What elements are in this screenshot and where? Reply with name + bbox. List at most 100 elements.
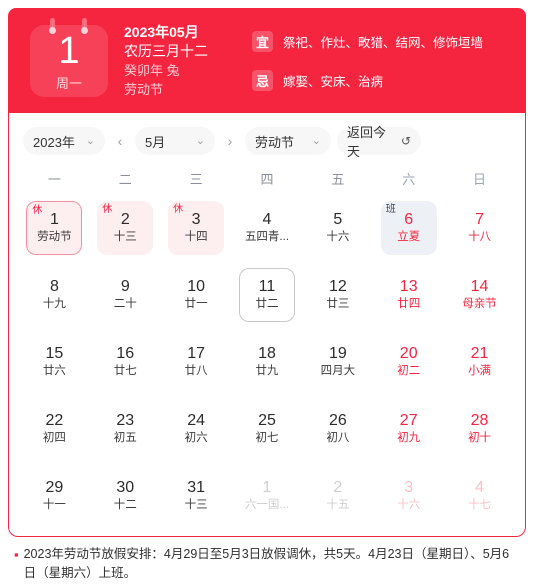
festival-select[interactable]: 劳动节 ⌄ — [245, 127, 331, 155]
holiday-note: ▪ 2023年劳动节放假安排：4月29日至5月3日放假调休，共5天。4月23日（… — [14, 545, 514, 583]
day-cell-wrapper: 8 十九 — [19, 261, 90, 328]
yi-text: 祭祀、作灶、畋猎、结网、修饰垣墙 — [283, 35, 484, 50]
day-number: 12 — [328, 278, 347, 295]
day-lunar-label: 十七 — [468, 499, 492, 511]
day-cell[interactable]: 10 廿一 — [168, 268, 224, 322]
day-cell[interactable]: 22 初四 — [26, 402, 82, 456]
day-cell[interactable]: 休 3 十四 — [168, 200, 225, 255]
month-select[interactable]: 5月 ⌄ — [135, 127, 215, 155]
day-cell[interactable]: 4 五四青... — [239, 201, 295, 255]
day-number: 4 — [475, 479, 485, 496]
prev-month-button[interactable]: ‹ — [111, 127, 129, 155]
day-number: 6 — [404, 211, 414, 228]
refresh-icon: ↺ — [400, 134, 411, 148]
day-lunar-label: 廿七 — [113, 365, 137, 377]
day-cell[interactable]: 31 十三 — [168, 469, 224, 523]
day-cell[interactable]: 4 十七 — [452, 469, 508, 523]
day-lunar-label: 劳动节 — [37, 231, 72, 243]
back-to-today-button[interactable]: 返回今天 ↺ — [337, 125, 421, 159]
day-cell[interactable]: 26 初八 — [310, 402, 366, 456]
day-cell[interactable]: 27 初九 — [381, 402, 437, 456]
day-cell[interactable]: 8 十九 — [26, 268, 82, 322]
day-lunar-label: 十四 — [184, 231, 208, 243]
day-cell-wrapper: 3 十六 — [373, 462, 444, 529]
day-cell[interactable]: 24 初六 — [168, 402, 224, 456]
year-select[interactable]: 2023年 ⌄ — [23, 127, 105, 155]
day-cell[interactable]: 21 小满 — [452, 335, 508, 389]
festival-select-value: 劳动节 — [255, 134, 295, 150]
day-cell[interactable]: 7 十八 — [452, 201, 508, 255]
ji-badge: 忌 — [252, 69, 273, 91]
work-badge: 班 — [385, 203, 396, 215]
day-cell[interactable]: 30 十二 — [97, 469, 153, 523]
icon-day-number: 1 — [58, 29, 80, 72]
chevron-down-icon: ⌄ — [311, 134, 321, 147]
day-cell[interactable]: 18 廿九 — [239, 335, 295, 389]
day-cell[interactable]: 13 廿四 — [381, 268, 437, 322]
day-cell-wrapper: 休 1 劳动节 — [19, 194, 90, 261]
day-cell-wrapper: 19 四月大 — [302, 328, 373, 395]
day-cell-wrapper: 31 十三 — [161, 462, 232, 529]
next-month-button[interactable]: › — [221, 127, 239, 155]
day-cell[interactable]: 16 廿七 — [97, 335, 153, 389]
calendar-card: 2023年 ⌄ ‹ 5月 ⌄ › 劳动节 ⌄ 返回今天 ↺ 一二三四五六日 休1… — [8, 113, 526, 537]
day-lunar-label: 初五 — [113, 432, 137, 444]
day-lunar-label: 初四 — [42, 432, 66, 444]
day-cell[interactable]: 15 廿六 — [26, 335, 82, 389]
day-cell[interactable]: 25 初七 — [239, 402, 295, 456]
day-cell[interactable]: 14 母亲节 — [452, 268, 508, 322]
day-cell-wrapper: 4 五四青... — [232, 194, 303, 261]
calendar-ring-right-icon — [81, 17, 88, 34]
day-cell-wrapper: 16 廿七 — [90, 328, 161, 395]
day-cell[interactable]: 9 二十 — [97, 268, 153, 322]
weekday-label-2: 三 — [189, 172, 203, 187]
rest-badge: 休 — [32, 204, 43, 216]
day-cell[interactable]: 3 十六 — [381, 469, 437, 523]
calendar-grid: 休 1 劳动节休 2 十三休 3 十四 4 五四青... 5 十六班 6 立夏 7 十八 8 十九 9 二十 10 廿一… — [9, 188, 525, 529]
day-number: 9 — [120, 278, 130, 295]
day-lunar-label: 十二 — [113, 499, 137, 511]
day-lunar-label: 十三 — [184, 499, 208, 511]
day-cell[interactable]: 2 十五 — [310, 469, 366, 523]
day-cell-wrapper: 17 廿八 — [161, 328, 232, 395]
day-cell-wrapper: 休 3 十四 — [161, 194, 232, 261]
day-cell[interactable]: 23 初五 — [97, 402, 153, 456]
day-cell[interactable]: 29 十一 — [26, 469, 82, 523]
day-cell[interactable]: 12 廿三 — [310, 268, 366, 322]
day-cell[interactable]: 休 1 劳动节 — [26, 200, 83, 255]
day-cell-wrapper: 20 初二 — [373, 328, 444, 395]
day-number: 11 — [258, 278, 276, 295]
day-lunar-label: 十三 — [113, 231, 137, 243]
day-lunar-label: 廿一 — [184, 298, 208, 310]
day-lunar-label: 廿四 — [397, 298, 421, 310]
day-cell-wrapper: 22 初四 — [19, 395, 90, 462]
day-number: 8 — [49, 278, 59, 295]
day-lunar-label: 廿二 — [255, 298, 279, 310]
header-gregorian-date: 2023年05月 — [124, 23, 199, 40]
day-cell[interactable]: 班 6 立夏 — [380, 200, 437, 255]
day-cell[interactable]: 1 六一国... — [239, 469, 295, 523]
day-cell[interactable]: 休 2 十三 — [97, 200, 154, 255]
day-lunar-label: 初八 — [326, 432, 350, 444]
day-lunar-label: 小满 — [468, 365, 492, 377]
day-cell[interactable]: 5 十六 — [310, 201, 366, 255]
day-cell-wrapper: 27 初九 — [373, 395, 444, 462]
day-lunar-label: 十五 — [326, 499, 350, 511]
day-cell[interactable]: 20 初二 — [381, 335, 437, 389]
weekday-label-0: 一 — [47, 172, 61, 187]
day-cell-wrapper: 18 廿九 — [232, 328, 303, 395]
day-lunar-label: 初六 — [184, 432, 208, 444]
day-number: 1 — [262, 479, 272, 496]
day-lunar-label: 五四青... — [244, 231, 290, 243]
day-number: 23 — [116, 412, 135, 429]
day-cell[interactable]: 19 四月大 — [310, 335, 366, 389]
day-lunar-label: 廿八 — [184, 365, 208, 377]
day-lunar-label: 初十 — [468, 432, 492, 444]
day-number: 4 — [262, 211, 272, 228]
day-cell[interactable]: 17 廿八 — [168, 335, 224, 389]
day-cell[interactable]: 11 廿二 — [238, 267, 295, 322]
day-cell-wrapper: 11 廿二 — [232, 261, 303, 328]
day-cell[interactable]: 28 初十 — [452, 402, 508, 456]
weekday-label-1: 二 — [118, 172, 132, 187]
day-lunar-label: 十六 — [326, 231, 350, 243]
